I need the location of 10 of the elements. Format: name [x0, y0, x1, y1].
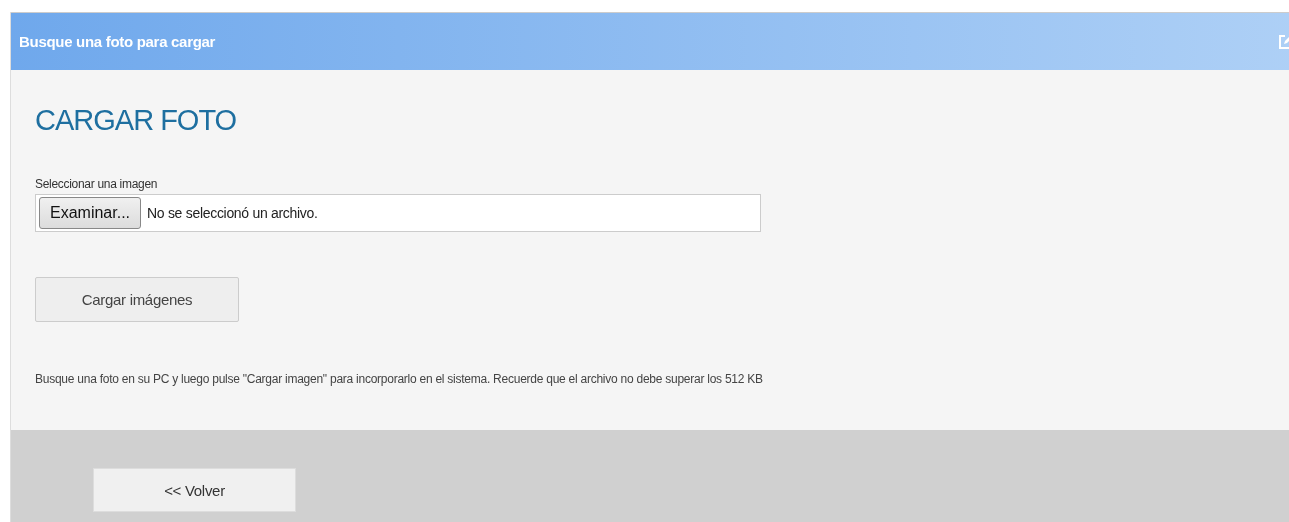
upload-button[interactable]: Cargar imágenes: [35, 277, 239, 322]
file-input-field[interactable]: Examinar... No se seleccionó un archivo.: [35, 194, 761, 232]
field-label: Seleccionar una imagen: [35, 177, 158, 191]
panel-title: Busque una foto para cargar: [19, 33, 216, 50]
page-heading: CARGAR FOTO: [35, 104, 237, 137]
help-text: Busque una foto en su PC y luego pulse "Cargar imagen" para incorporarlo en el sistema. Recuerde que el archivo no debe superar los 512 KB: [35, 372, 763, 386]
file-status: No se seleccionó un archivo.: [147, 205, 318, 221]
edit-icon[interactable]: [1278, 33, 1289, 50]
browse-button[interactable]: Examinar...: [39, 197, 142, 229]
back-button[interactable]: << Volver: [93, 468, 296, 512]
